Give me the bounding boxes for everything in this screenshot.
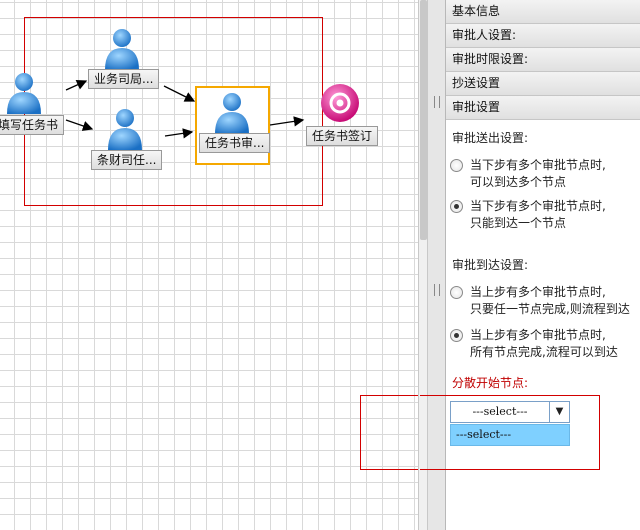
workflow-node-finance-dept[interactable]: 条财司任... — [91, 104, 167, 172]
node-label: 填写任务书 — [0, 115, 65, 135]
split-start-node-title: 分散开始节点: — [452, 376, 529, 390]
user-icon — [215, 93, 249, 134]
radio-label: 只要任一节点完成,则流程到达 — [470, 302, 630, 316]
dropdown-selection-rectangle — [360, 395, 418, 470]
node-label: 条财司任... — [91, 150, 163, 170]
split-start-node-select[interactable]: ---select--- ▼ — [450, 401, 570, 423]
accordion-basic-info[interactable]: 基本信息 — [446, 0, 640, 24]
radio-label: 只能到达一个节点 — [470, 216, 567, 230]
radio-label: 所有节点完成,流程可以到达 — [470, 345, 618, 359]
arrive-option-any[interactable]: 当上步有多个审批节点时, 只要任一节点完成,则流程到达 — [450, 283, 638, 319]
accordion-time-limit-settings[interactable]: 审批时限设置: — [446, 48, 640, 72]
scrollbar-thumb[interactable] — [420, 0, 427, 240]
accordion-cc-settings[interactable]: 抄送设置 — [446, 72, 640, 96]
chevron-down-icon[interactable]: ▼ — [549, 402, 569, 422]
send-option-multiple[interactable]: 当下步有多个审批节点时, 可以到达多个节点 — [450, 156, 638, 192]
arrive-option-all[interactable]: 当上步有多个审批节点时, 所有节点完成,流程可以到达 — [450, 326, 638, 362]
splitter-grip[interactable] — [434, 284, 440, 296]
user-icon — [7, 73, 41, 114]
splitter-grip[interactable] — [434, 96, 440, 108]
radio-button-checked[interactable] — [450, 329, 463, 342]
select-dropdown-list[interactable]: ---select--- — [450, 424, 570, 446]
radio-label: 当上步有多个审批节点时, — [470, 285, 606, 299]
send-option-single[interactable]: 当下步有多个审批节点时, 只能到达一个节点 — [450, 197, 638, 233]
workflow-node-task-review[interactable]: 任务书审... — [195, 86, 271, 165]
end-node-icon — [321, 84, 359, 122]
radio-label: 当下步有多个审批节点时, — [470, 199, 606, 213]
radio-label: 当下步有多个审批节点时, — [470, 158, 606, 172]
radio-button-checked[interactable] — [450, 200, 463, 213]
accordion-approver-settings[interactable]: 审批人设置: — [446, 24, 640, 48]
user-icon — [105, 29, 139, 70]
send-settings-title: 审批送出设置: — [452, 131, 529, 145]
user-icon — [108, 109, 142, 150]
radio-button[interactable] — [450, 159, 463, 172]
radio-button[interactable] — [450, 286, 463, 299]
radio-label: 可以到达多个节点 — [470, 175, 567, 189]
radio-label: 当上步有多个审批节点时, — [470, 328, 606, 342]
workflow-node-fill-task[interactable]: 填写任务书 — [0, 68, 70, 138]
workflow-node-task-sign[interactable]: 任务书签订 — [305, 82, 383, 148]
dropdown-option[interactable]: ---select--- — [456, 425, 511, 445]
node-label: 任务书签订 — [306, 126, 379, 146]
node-label: 任务书审... — [199, 133, 271, 153]
accordion-approval-settings[interactable]: 审批设置 — [446, 96, 640, 120]
workflow-canvas[interactable]: 填写任务书 业务司局... 条财司任... 任务书审... 任务书签订 — [0, 0, 418, 530]
select-value: ---select--- — [472, 405, 528, 418]
node-label: 业务司局... — [88, 69, 160, 89]
workflow-node-business-dept[interactable]: 业务司局... — [88, 24, 164, 92]
arrive-settings-title: 审批到达设置: — [452, 258, 529, 272]
